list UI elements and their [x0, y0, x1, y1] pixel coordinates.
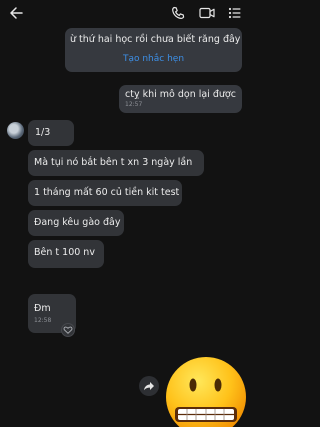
react-heart-button[interactable] — [61, 323, 75, 337]
emoji-sticker-icon[interactable] — [163, 355, 250, 427]
phone-icon[interactable] — [171, 6, 185, 20]
message-bubble-incoming[interactable]: Mà tụi nó bắt bên t xn 3 ngày lần — [28, 150, 204, 176]
message-text: Đang kêu gào đây — [34, 217, 121, 228]
share-button[interactable] — [139, 376, 159, 396]
message-text: ừ thứ hai học rồi chưa biết răng đây — [70, 34, 241, 45]
message-bubble-incoming[interactable]: Đang kêu gào đây — [28, 210, 124, 236]
chat-header — [0, 0, 250, 28]
message-text: Đm — [34, 303, 51, 314]
message-bubble-outgoing[interactable]: ctỵ khi mô dọn lại được 12:57 — [119, 85, 242, 113]
message-text: 1 tháng mất 60 củ tiền kit test — [34, 187, 180, 198]
message-text: Bên t 100 nv — [34, 247, 95, 258]
message-text: ctỵ khi mô dọn lại được — [125, 89, 236, 100]
message-text: 1/3 — [35, 127, 51, 138]
contact-avatar[interactable] — [7, 122, 24, 139]
list-menu-icon[interactable] — [228, 6, 242, 20]
message-bubble-outgoing[interactable]: ừ thứ hai học rồi chưa biết răng đây Tạo… — [65, 28, 242, 72]
create-reminder-link[interactable]: Tạo nhắc hẹn — [70, 53, 237, 66]
message-text: Mà tụi nó bắt bên t xn 3 ngày lần — [34, 157, 193, 168]
back-icon[interactable] — [9, 6, 23, 20]
message-bubble-incoming[interactable]: 1/3 — [28, 120, 74, 146]
message-time: 12:57 — [125, 101, 143, 108]
message-bubble-incoming[interactable]: 1 tháng mất 60 củ tiền kit test — [28, 180, 182, 206]
video-call-icon[interactable] — [199, 6, 215, 20]
message-bubble-incoming[interactable]: Bên t 100 nv — [28, 240, 104, 268]
